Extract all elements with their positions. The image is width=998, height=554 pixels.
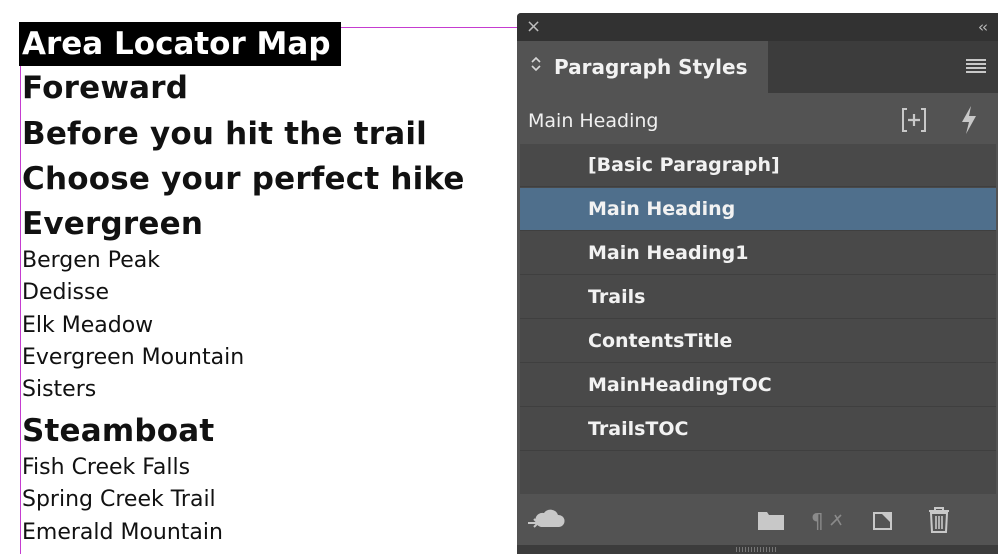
body-line[interactable]: Spring Creek Trail bbox=[22, 487, 216, 512]
paragraph-styles-panel: × ‹‹ Paragraph Styles Main Heading [Basi… bbox=[517, 13, 998, 554]
heading-line[interactable]: Before you hit the trail bbox=[22, 116, 427, 152]
style-row-label: Main Heading bbox=[588, 198, 736, 220]
body-line[interactable]: Bergen Peak bbox=[22, 248, 160, 273]
panel-resize-strip[interactable] bbox=[517, 545, 998, 554]
tab-paragraph-styles[interactable]: Paragraph Styles bbox=[517, 41, 768, 93]
lightning-bolt-icon bbox=[962, 106, 976, 134]
style-row[interactable]: Trails bbox=[520, 276, 996, 319]
style-row[interactable]: Main Heading1 bbox=[520, 232, 996, 275]
selected-heading-text[interactable]: Area Locator Map bbox=[19, 22, 341, 66]
current-style-name: Main Heading bbox=[528, 110, 659, 132]
style-row[interactable]: ContentsTitle bbox=[520, 320, 996, 363]
quick-apply-icon[interactable] bbox=[959, 105, 979, 139]
new-style-group-icon[interactable] bbox=[901, 107, 927, 137]
document-page: Area Locator Map Foreward Before you hit… bbox=[0, 0, 520, 554]
expand-collapse-icon[interactable] bbox=[531, 55, 541, 76]
style-row-label: [Basic Paragraph] bbox=[588, 154, 780, 176]
style-row-label: Trails bbox=[588, 286, 646, 308]
panel-menu-icon[interactable] bbox=[966, 59, 986, 73]
body-line[interactable]: Emerald Mountain bbox=[22, 520, 223, 545]
style-row-label: ContentsTitle bbox=[588, 330, 733, 352]
body-line[interactable]: Evergreen Mountain bbox=[22, 345, 244, 370]
resize-grip-icon[interactable] bbox=[736, 547, 776, 552]
trash-icon[interactable] bbox=[927, 506, 951, 538]
new-style-icon[interactable] bbox=[871, 508, 895, 536]
folder-icon[interactable] bbox=[757, 508, 785, 536]
heading-line[interactable]: Steamboat bbox=[22, 413, 214, 449]
panel-tab-bar: Paragraph Styles bbox=[517, 41, 998, 93]
chevron-up-down-icon bbox=[531, 56, 541, 72]
body-line[interactable]: Dedisse bbox=[22, 280, 109, 305]
style-row[interactable]: [Basic Paragraph] bbox=[520, 144, 996, 187]
heading-line[interactable]: Foreward bbox=[22, 70, 188, 106]
panel-footer: ¶ bbox=[517, 495, 998, 545]
style-row-label: Main Heading1 bbox=[588, 242, 749, 264]
style-row-selected[interactable]: Main Heading bbox=[520, 188, 996, 231]
style-list: [Basic Paragraph] Main Heading Main Head… bbox=[520, 144, 996, 494]
panel-title: Paragraph Styles bbox=[554, 55, 748, 79]
svg-text:¶: ¶ bbox=[811, 509, 824, 533]
heading-line[interactable]: Evergreen bbox=[22, 206, 203, 242]
heading-line[interactable]: Choose your perfect hike bbox=[22, 161, 465, 197]
body-line[interactable]: Sisters bbox=[22, 377, 96, 402]
bracket-plus-icon bbox=[902, 108, 926, 132]
body-line[interactable]: Fish Creek Falls bbox=[22, 455, 190, 480]
style-row-label: TrailsTOC bbox=[588, 418, 689, 440]
style-row-label: MainHeadingTOC bbox=[588, 374, 772, 396]
panel-title-bar[interactable]: × ‹‹ bbox=[517, 13, 998, 41]
close-icon[interactable]: × bbox=[526, 17, 541, 37]
cc-library-icon[interactable] bbox=[527, 507, 565, 537]
body-line[interactable]: Elk Meadow bbox=[22, 313, 153, 338]
clear-overrides-icon[interactable]: ¶ bbox=[811, 509, 847, 537]
style-row[interactable]: TrailsTOC bbox=[520, 408, 996, 451]
collapse-panel-icon[interactable]: ‹‹ bbox=[978, 17, 988, 37]
style-row[interactable]: MainHeadingTOC bbox=[520, 364, 996, 407]
text-frame-edge-left bbox=[20, 27, 21, 554]
